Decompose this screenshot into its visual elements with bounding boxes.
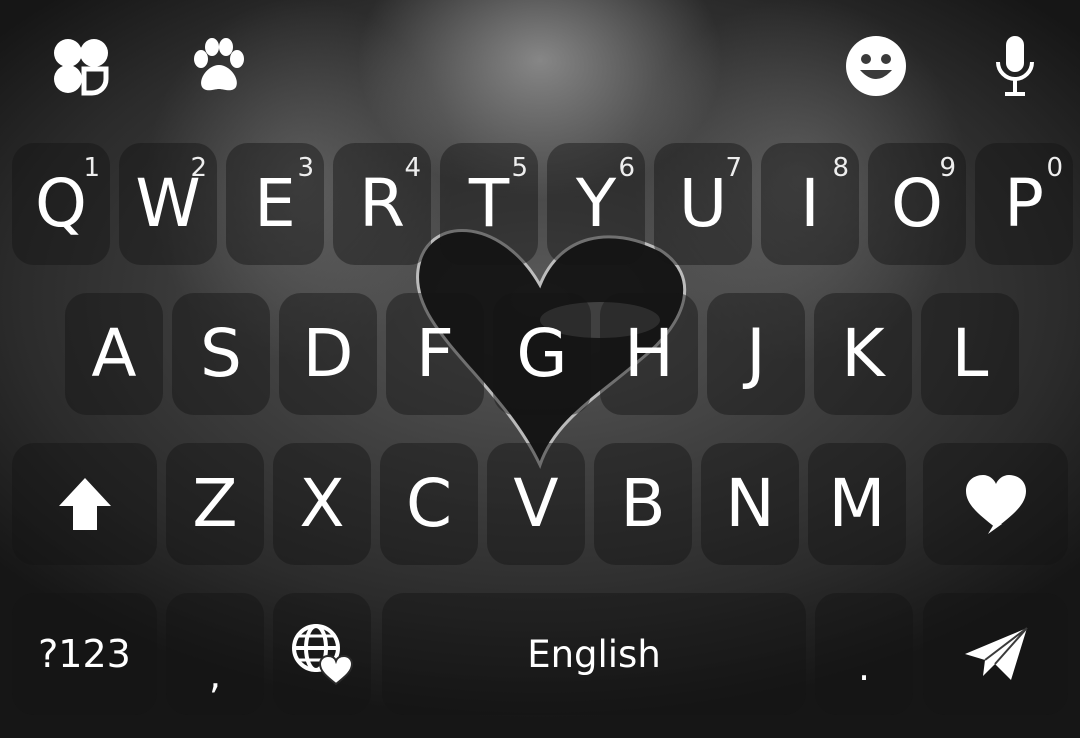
key-label: P: [1004, 165, 1044, 242]
key-label: J: [746, 315, 766, 392]
key-label: E: [254, 165, 296, 242]
emoji-icon[interactable]: [843, 33, 909, 99]
key-k[interactable]: K: [814, 293, 912, 415]
key-hint: 5: [511, 153, 528, 183]
key-hint: 0: [1046, 153, 1063, 183]
key-o[interactable]: 9 O: [868, 143, 966, 265]
clover-icon[interactable]: [48, 33, 114, 99]
shift-key[interactable]: [12, 443, 157, 565]
key-e[interactable]: 3 E: [226, 143, 324, 265]
key-label: C: [405, 465, 453, 542]
key-z[interactable]: Z: [166, 443, 264, 565]
key-label: D: [302, 315, 354, 392]
key-label: V: [513, 465, 559, 542]
key-hint: 9: [939, 153, 956, 183]
key-y[interactable]: 6 Y: [547, 143, 645, 265]
key-c[interactable]: C: [380, 443, 478, 565]
key-q[interactable]: 1 Q: [12, 143, 110, 265]
key-label: Q: [35, 165, 87, 242]
key-hint: 2: [190, 153, 207, 183]
comma-label: ,: [208, 653, 222, 697]
keyboard-toolbar: [0, 0, 1080, 140]
key-f[interactable]: F: [386, 293, 484, 415]
paper-plane-icon: [964, 627, 1028, 680]
key-label: O: [891, 165, 943, 242]
key-label: Z: [192, 465, 238, 542]
key-label: R: [359, 165, 405, 242]
key-hint: 1: [83, 153, 100, 183]
key-i[interactable]: 8 I: [761, 143, 859, 265]
key-u[interactable]: 7 U: [654, 143, 752, 265]
key-t[interactable]: 5 T: [440, 143, 538, 265]
key-h[interactable]: H: [600, 293, 698, 415]
key-w[interactable]: 2 W: [119, 143, 217, 265]
key-hint: 8: [832, 153, 849, 183]
key-r[interactable]: 4 R: [333, 143, 431, 265]
paw-icon[interactable]: [186, 33, 252, 99]
key-label: U: [678, 165, 728, 242]
globe-heart-icon: [292, 624, 354, 686]
key-label: G: [516, 315, 568, 392]
shift-arrow-icon: [58, 478, 111, 530]
key-label: M: [828, 465, 886, 542]
key-s[interactable]: S: [172, 293, 270, 415]
key-label: H: [624, 315, 674, 392]
key-hint: 7: [725, 153, 742, 183]
key-label: F: [416, 315, 454, 392]
language-key[interactable]: [273, 593, 371, 715]
key-hint: 6: [618, 153, 635, 183]
key-label: N: [725, 465, 775, 542]
key-p[interactable]: 0 P: [975, 143, 1073, 265]
key-m[interactable]: M: [808, 443, 906, 565]
period-key[interactable]: .: [815, 593, 913, 715]
key-d[interactable]: D: [279, 293, 377, 415]
comma-key[interactable]: ,: [166, 593, 264, 715]
space-bar[interactable]: English: [382, 593, 806, 715]
key-hint: 3: [297, 153, 314, 183]
key-g[interactable]: G: [493, 293, 591, 415]
key-label: T: [468, 165, 510, 242]
key-label: K: [841, 315, 885, 392]
symbols-label: ?123: [38, 632, 131, 676]
key-label: B: [620, 465, 666, 542]
backspace-heart-key[interactable]: [923, 443, 1068, 565]
send-key[interactable]: [923, 593, 1068, 715]
microphone-icon[interactable]: [982, 33, 1048, 99]
key-a[interactable]: A: [65, 293, 163, 415]
key-label: A: [91, 315, 137, 392]
key-n[interactable]: N: [701, 443, 799, 565]
key-label: S: [200, 315, 242, 392]
key-x[interactable]: X: [273, 443, 371, 565]
symbols-key[interactable]: ?123: [12, 593, 157, 715]
key-l[interactable]: L: [921, 293, 1019, 415]
space-label: English: [527, 632, 661, 676]
key-label: I: [800, 165, 820, 242]
key-label: L: [951, 315, 989, 392]
key-j[interactable]: J: [707, 293, 805, 415]
key-hint: 4: [404, 153, 421, 183]
key-label: X: [299, 465, 345, 542]
key-label: Y: [575, 165, 617, 242]
period-label: .: [857, 645, 871, 689]
key-v[interactable]: V: [487, 443, 585, 565]
heart-bubble-icon: [965, 475, 1026, 534]
key-b[interactable]: B: [594, 443, 692, 565]
